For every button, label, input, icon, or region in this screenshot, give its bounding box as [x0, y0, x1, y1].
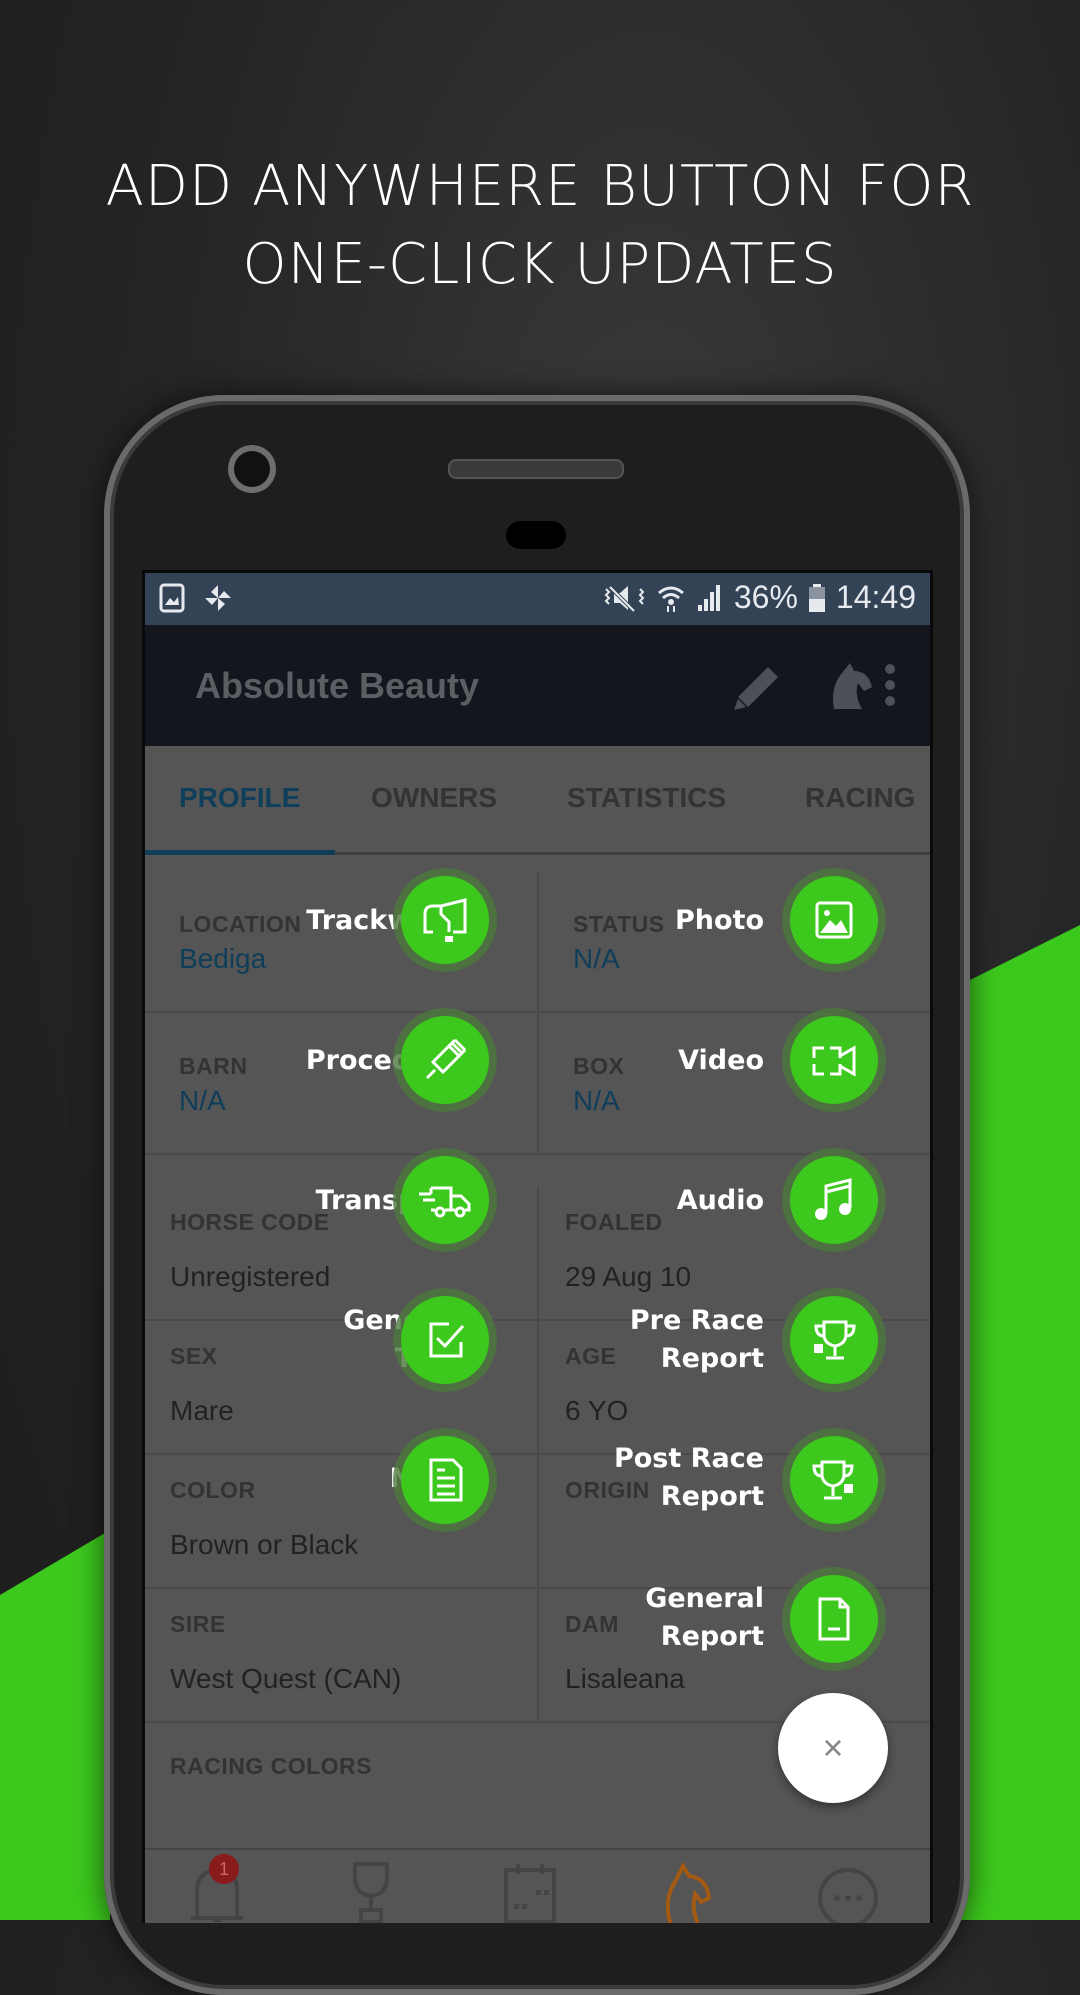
syringe-icon: [425, 1038, 467, 1080]
signal-icon: [697, 584, 720, 611]
horse-icon: [665, 1861, 712, 1923]
field-label: DAM: [565, 1611, 619, 1637]
add-general-task-button[interactable]: [401, 1296, 489, 1384]
mute-vibrate-icon: [604, 585, 645, 612]
video-icon: [812, 1045, 856, 1077]
headline-line-1: ADD ANYWHERE BUTTON FOR: [105, 154, 975, 219]
field-label: FOALED: [565, 1209, 663, 1235]
add-note-button[interactable]: [401, 1436, 489, 1524]
nav-races[interactable]: [341, 1860, 411, 1923]
field-value: Lisaleana: [565, 1663, 685, 1694]
tab-indicator: [145, 850, 335, 855]
proximity-sensor: [506, 521, 566, 549]
field-value: 29 Aug 10: [565, 1261, 692, 1292]
field-value: Mare: [170, 1395, 234, 1426]
battery-percent: 36%: [733, 579, 798, 615]
nav-horses[interactable]: [657, 1860, 727, 1923]
add-photo-button[interactable]: [790, 876, 878, 964]
trophy-post-icon: [812, 1460, 854, 1500]
add-pre-race-report-button[interactable]: [790, 1296, 878, 1384]
field-label: COLOR: [170, 1477, 256, 1503]
pinwheel-icon: [205, 585, 231, 611]
report-icon: [818, 1597, 850, 1641]
app-bar: Absolute Beauty: [145, 625, 930, 746]
field-label: BOX: [573, 1053, 625, 1079]
edit-icon[interactable]: [732, 663, 780, 711]
field-value: N/A: [573, 943, 620, 974]
horse-menu-icon[interactable]: [828, 661, 900, 713]
close-icon: ×: [822, 1727, 844, 1768]
tab-owners[interactable]: OWNERS: [371, 782, 497, 814]
front-camera: [234, 451, 270, 487]
tab-statistics[interactable]: STATISTICS: [567, 782, 726, 814]
field-value: Unregistered: [170, 1261, 331, 1292]
note-icon: [429, 1458, 463, 1502]
music-note-icon: [815, 1178, 852, 1220]
field-box: BOX N/A: [537, 1013, 930, 1155]
page-title: Absolute Beauty: [195, 665, 480, 706]
fab-label-audio: Audio: [676, 1185, 764, 1216]
field-value: N/A: [179, 1085, 226, 1116]
tab-profile[interactable]: PROFILE: [179, 782, 300, 814]
field-value: 6 YO: [565, 1395, 629, 1426]
add-video-button[interactable]: [790, 1016, 878, 1104]
add-trackwork-button[interactable]: [401, 876, 489, 964]
field-label: STATUS: [573, 911, 665, 937]
fab-label-post-race-report: Post Race Report: [613, 1443, 764, 1512]
add-procedure-button[interactable]: [401, 1016, 489, 1104]
column-divider: [537, 1187, 539, 1721]
truck-icon: [419, 1186, 471, 1218]
nav-calendar[interactable]: [500, 1860, 570, 1923]
add-post-race-report-button[interactable]: [790, 1436, 878, 1524]
checkbox-icon: [429, 1322, 465, 1358]
trophy-icon: [353, 1862, 389, 1923]
field-value: Bediga: [179, 943, 267, 974]
more-icon: [818, 1868, 878, 1923]
field-label: RACING COLORS: [170, 1753, 372, 1779]
notification-badge: 1: [209, 1854, 239, 1884]
gallery-icon: [159, 583, 185, 613]
field-label: BARN: [179, 1053, 248, 1079]
close-add-menu-button[interactable]: ×: [778, 1693, 888, 1803]
column-divider: [537, 871, 539, 1153]
fab-label-photo: Photo: [674, 905, 764, 936]
headline: ADD ANYWHERE BUTTON FOR ONE-CLICK UPDATE…: [0, 148, 1080, 304]
fab-label-video: Video: [678, 1045, 764, 1076]
field-value: West Quest (CAN): [170, 1663, 402, 1694]
fab-label-pre-race-report: Pre Race Report: [629, 1305, 764, 1374]
field-label: AGE: [565, 1343, 617, 1369]
phone-screen: 36% 14:49 Absolute Beauty PROFILE OWNERS…: [142, 570, 933, 1923]
fab-label-general-report: General Report: [645, 1583, 764, 1652]
bottom-nav: 1: [145, 1848, 930, 1923]
clock: 14:49: [835, 579, 916, 615]
wifi-icon: [657, 586, 684, 612]
field-label: SIRE: [170, 1611, 226, 1637]
trackwork-icon: [423, 898, 467, 942]
tab-racing[interactable]: RACING: [805, 782, 915, 814]
field-sire: SIRE West Quest (CAN): [145, 1589, 537, 1723]
field-label: SEX: [170, 1343, 218, 1369]
trophy-pre-icon: [814, 1320, 856, 1360]
field-value: Brown or Black: [170, 1529, 359, 1560]
add-general-report-button[interactable]: [790, 1575, 878, 1663]
headline-line-2: ONE-CLICK UPDATES: [242, 232, 838, 297]
nav-notifications[interactable]: 1: [187, 1854, 257, 1923]
status-bar: 36% 14:49: [145, 573, 930, 625]
field-label: HORSE CODE: [170, 1209, 330, 1235]
add-audio-button[interactable]: [790, 1156, 878, 1244]
add-transport-button[interactable]: [401, 1156, 489, 1244]
earpiece-speaker: [448, 459, 624, 479]
calendar-icon: [504, 1864, 556, 1923]
field-label: LOCATION: [179, 911, 302, 937]
tab-bar: PROFILE OWNERS STATISTICS RACING: [145, 746, 930, 855]
battery-icon: [808, 583, 825, 612]
field-value: N/A: [573, 1085, 620, 1116]
photo-icon: [815, 901, 853, 939]
nav-more[interactable]: [813, 1860, 883, 1923]
